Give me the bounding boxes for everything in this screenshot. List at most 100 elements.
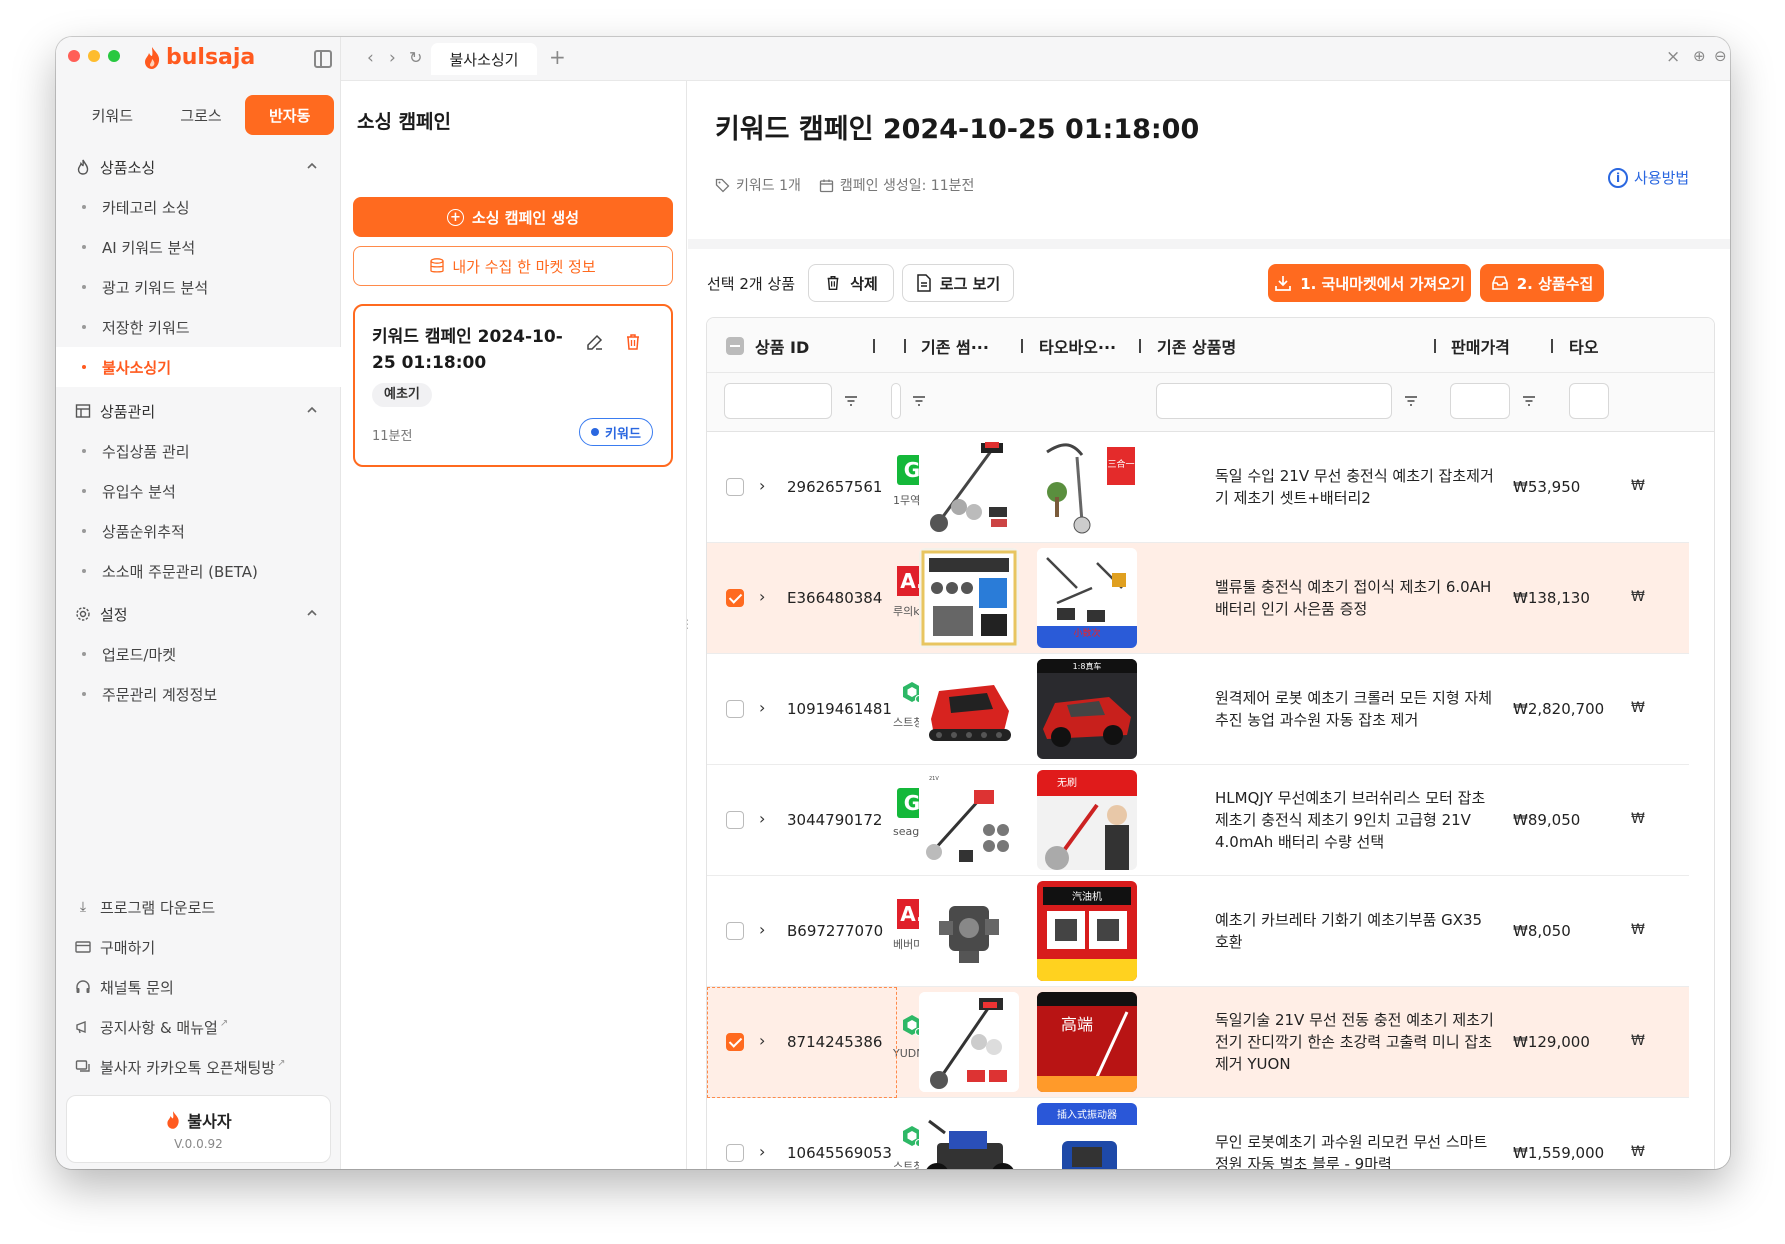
channel-talk-link[interactable]: 채널톡 문의 — [56, 967, 341, 1007]
taobao-thumbnail[interactable]: 插入式振动器 — [1037, 1103, 1137, 1169]
purchase-link[interactable]: 구매하기 — [56, 927, 341, 967]
table-row[interactable]: › E366480384 A. 루의kO 小数次 밸류툴 충전식 예초기 접이식 제초기 … — [707, 543, 1691, 654]
taobao-thumbnail[interactable]: 1:8真车 — [1037, 659, 1137, 759]
sidebar-item-order-management[interactable]: 소소매 주문관리 (BETA) — [56, 551, 341, 591]
column-resizer[interactable] — [1139, 339, 1141, 353]
col-original-thumb[interactable]: 기존 썸··· — [921, 318, 989, 373]
column-resizer[interactable] — [873, 339, 875, 353]
chevron-right-icon[interactable]: › — [759, 920, 765, 939]
sidebar-item-category-sourcing[interactable]: 카테고리 소싱 — [56, 187, 341, 227]
filter-input-truncated[interactable] — [1569, 383, 1609, 419]
row-checkbox[interactable] — [726, 811, 744, 829]
filter-icon[interactable] — [1403, 393, 1419, 409]
taobao-thumbnail[interactable]: 汽油机 — [1037, 881, 1137, 981]
sidebar-item-ad-keyword[interactable]: 광고 키워드 분석 — [56, 267, 341, 307]
table-row[interactable]: › 8714245386 YUDN 高端 독일기술 21V 무선 전동 충전 예초기 제… — [707, 987, 1691, 1098]
col-taobao[interactable]: 타오바오··· — [1039, 318, 1116, 373]
tab-growth[interactable]: 그로스 — [157, 95, 246, 135]
nav-head-settings[interactable]: 설정 — [56, 594, 341, 634]
sidebar-item-traffic-analysis[interactable]: 유입수 분석 — [56, 471, 341, 511]
sidebar-collapse-icon[interactable] — [314, 50, 332, 68]
back-icon[interactable]: ‹ — [367, 48, 374, 68]
filter-icon[interactable] — [843, 393, 859, 409]
table-row[interactable]: › 10645569053 스트칭8 插入式振动器 무인 로봇예초기 과수원 리모컨 무… — [707, 1098, 1691, 1169]
row-checkbox[interactable] — [726, 1144, 744, 1162]
download-program-link[interactable]: ⤓ 프로그램 다운로드 — [56, 887, 341, 927]
help-link[interactable]: i 사용방법 — [1608, 167, 1689, 188]
chevron-right-icon[interactable]: › — [759, 1031, 765, 1050]
filter-icon[interactable] — [1521, 393, 1537, 409]
import-domestic-button[interactable]: 1. 국내마켓에서 가져오기 — [1268, 264, 1471, 302]
taobao-thumbnail[interactable]: 小数次 — [1037, 548, 1137, 648]
sidebar-item-ai-keyword[interactable]: AI 키워드 분석 — [56, 227, 341, 267]
column-resizer[interactable] — [1551, 339, 1553, 353]
new-tab-icon[interactable]: + — [549, 45, 566, 69]
filter-input-price[interactable] — [1450, 383, 1510, 419]
sidebar-item-saved-keyword[interactable]: 저장한 키워드 — [56, 307, 341, 347]
trash-icon[interactable] — [623, 332, 643, 352]
notice-manual-link[interactable]: 공지사항 & 매뉴얼 ↗ — [56, 1007, 341, 1047]
close-tab-icon[interactable]: × — [1666, 47, 1680, 67]
chevron-right-icon[interactable]: › — [759, 809, 765, 828]
filter-icon[interactable] — [911, 393, 927, 409]
table-row[interactable]: › 10919461481 스트칭8 1:8真车 원격제어 로봇 예초기 크롤러 모든 … — [707, 654, 1691, 765]
chevron-up-icon[interactable] — [305, 606, 319, 620]
close-window-button[interactable] — [68, 50, 80, 62]
column-resizer[interactable] — [904, 339, 906, 353]
zoom-out-icon[interactable]: ⊖ — [1714, 47, 1727, 65]
collect-products-button[interactable]: 2. 상품수집 — [1480, 264, 1604, 302]
col-product-id[interactable]: 상품 ID — [755, 318, 809, 373]
filter-input-name[interactable] — [1156, 383, 1392, 419]
col-taobao-truncated[interactable]: 타오 — [1569, 318, 1609, 373]
original-thumbnail[interactable]: 21V — [919, 770, 1019, 870]
sidebar-item-collected-products[interactable]: 수집상품 관리 — [56, 431, 341, 471]
nav-head-sourcing[interactable]: 상품소싱 — [56, 147, 341, 187]
sidebar-item-order-account[interactable]: 주문관리 계정정보 — [56, 674, 341, 714]
table-row[interactable]: › 3044790172 Gseagi0 21V 无刷 HLMQJY 무선예초기 브러쉬리… — [707, 765, 1691, 876]
chevron-right-icon[interactable]: › — [759, 1142, 765, 1161]
table-row[interactable]: ›B697277070A.베버마켓汽油机예초기 카브레타 기화기 예초기부품 G… — [707, 876, 1691, 987]
col-original-name[interactable]: 기존 상품명 — [1157, 318, 1236, 373]
original-thumbnail[interactable] — [919, 437, 1019, 537]
sidebar-item-rank-tracking[interactable]: 상품순위추적 — [56, 511, 341, 551]
column-resizer[interactable] — [1434, 339, 1436, 353]
original-thumbnail[interactable] — [919, 992, 1019, 1092]
campaign-card[interactable]: 키워드 캠페인 2024-10-25 01:18:00 예초기 11분전 키워드 — [353, 304, 673, 467]
taobao-thumbnail[interactable]: 三合一 — [1037, 437, 1137, 537]
taobao-thumbnail[interactable]: 高端 — [1037, 992, 1137, 1092]
tab-semi-auto[interactable]: 반자동 — [245, 95, 335, 135]
select-all-checkbox[interactable] — [726, 337, 744, 355]
forward-icon[interactable]: › — [389, 48, 396, 68]
row-checkbox[interactable] — [726, 1033, 744, 1051]
chevron-right-icon[interactable]: › — [759, 698, 765, 717]
original-thumbnail[interactable] — [919, 881, 1019, 981]
filter-input-thumb[interactable] — [891, 383, 901, 419]
filter-input-id[interactable] — [724, 383, 832, 419]
grid-scrollbar[interactable] — [1689, 432, 1714, 1169]
row-checkbox[interactable] — [726, 922, 744, 940]
table-row[interactable]: › 2962657561 G 1무역유 三合一 독일 수입 21V 무선 충전식 예초기 … — [707, 432, 1691, 543]
tab-keyword[interactable]: 키워드 — [68, 95, 157, 135]
row-checkbox[interactable] — [726, 700, 744, 718]
chevron-up-icon[interactable] — [305, 403, 319, 417]
refresh-icon[interactable]: ↻ — [409, 48, 422, 67]
chevron-right-icon[interactable]: › — [759, 587, 765, 606]
nav-head-products[interactable]: 상품관리 — [56, 391, 341, 431]
column-resizer[interactable] — [1021, 339, 1023, 353]
kakao-openchat-link[interactable]: 불사자 카카오톡 오픈채팅방 ↗ — [56, 1047, 341, 1087]
row-checkbox[interactable] — [726, 589, 744, 607]
tab-bulsa-sourcing[interactable]: 불사소싱기 — [431, 43, 537, 75]
create-campaign-button[interactable]: + 소싱 캠페인 생성 — [353, 197, 673, 237]
sidebar-item-upload-market[interactable]: 업로드/마켓 — [56, 634, 341, 674]
original-thumbnail[interactable] — [919, 659, 1019, 759]
market-info-button[interactable]: 내가 수집 한 마켓 정보 — [353, 246, 673, 286]
sidebar-item-bulsa-sourcing[interactable]: 불사소싱기 — [56, 347, 341, 387]
zoom-window-button[interactable] — [108, 50, 120, 62]
taobao-thumbnail[interactable]: 无刷 — [1037, 770, 1137, 870]
zoom-in-icon[interactable]: ⊕ — [1693, 47, 1706, 65]
edit-icon[interactable] — [585, 332, 605, 352]
delete-button[interactable]: 삭제 — [808, 264, 894, 302]
original-thumbnail[interactable] — [919, 548, 1019, 648]
original-thumbnail[interactable] — [919, 1103, 1019, 1169]
col-sale-price[interactable]: 판매가격 — [1451, 318, 1510, 373]
